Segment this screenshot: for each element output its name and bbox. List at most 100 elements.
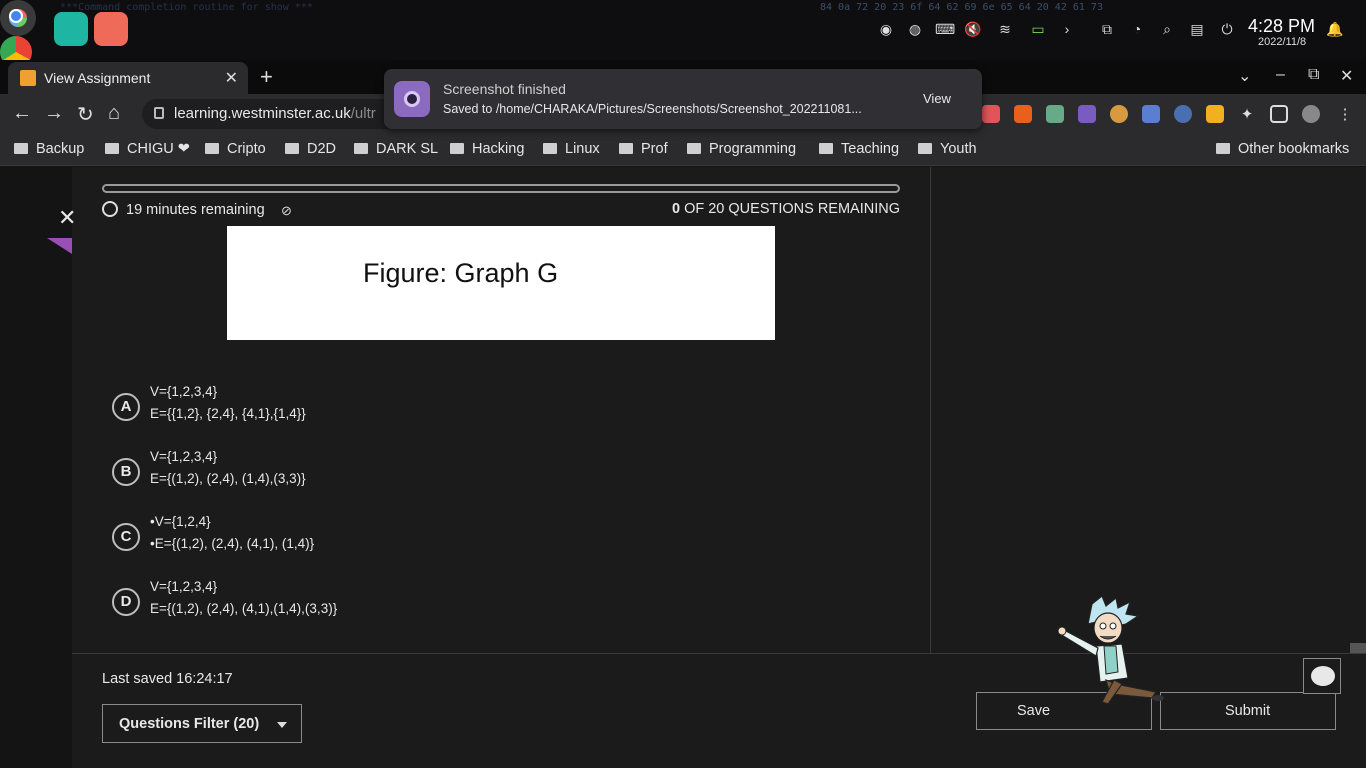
- tray-app-icon[interactable]: ◉: [877, 20, 895, 38]
- bookmark-folder[interactable]: Programming: [687, 141, 796, 157]
- hide-timer-icon[interactable]: ⊘: [281, 203, 292, 219]
- filter-label: Questions Filter (20): [119, 716, 260, 732]
- extensions-puzzle-icon[interactable]: ✦: [1238, 105, 1256, 123]
- chevron-down-icon: [277, 722, 287, 728]
- figure-caption: Figure: Graph G: [363, 258, 559, 288]
- bookmark-folder[interactable]: Cripto: [205, 141, 266, 157]
- new-tab-button[interactable]: +: [260, 64, 273, 90]
- screenshot-notification[interactable]: Screenshot finished Saved to /home/CHARA…: [384, 69, 982, 129]
- folder-icon: [205, 143, 219, 154]
- option-letter[interactable]: A: [112, 393, 140, 421]
- bookmark-folder[interactable]: DARK SL: [354, 141, 438, 157]
- extension-icon[interactable]: [1014, 105, 1032, 123]
- keyboard-icon[interactable]: ⌨: [935, 20, 955, 38]
- extension-icon[interactable]: [1110, 105, 1128, 123]
- close-assignment-icon[interactable]: ✕: [58, 205, 76, 231]
- questions-filter-dropdown[interactable]: Questions Filter (20): [102, 704, 302, 743]
- extension-icon[interactable]: [1046, 105, 1064, 123]
- notification-bell-icon[interactable]: 🔔: [1326, 20, 1344, 38]
- window-close-icon[interactable]: ✕: [1340, 66, 1353, 86]
- side-panel-icon[interactable]: [1270, 105, 1288, 123]
- bookmark-folder[interactable]: Prof: [619, 141, 668, 157]
- option-line: E={{1,2}, {2,4}, {4,1},{1,4}}: [150, 406, 306, 421]
- extension-icon[interactable]: [1174, 105, 1192, 123]
- view-button[interactable]: View: [923, 91, 951, 106]
- option-letter[interactable]: C: [112, 523, 140, 551]
- power-icon[interactable]: ⏻: [1218, 20, 1236, 38]
- home-icon[interactable]: ⌂: [108, 102, 120, 125]
- option-letter[interactable]: B: [112, 458, 140, 486]
- close-tab-icon[interactable]: ✕: [225, 68, 238, 88]
- bookmark-folder[interactable]: Youth: [918, 141, 977, 157]
- folder-icon: [354, 143, 368, 154]
- cartoon-sticker: [1057, 595, 1164, 705]
- option-line: •E={(1,2), (2,4), (4,1), (1,4)}: [150, 536, 315, 551]
- answer-option-b[interactable]: B V={1,2,3,4} E={(1,2), (2,4), (1,4),(3,…: [112, 449, 412, 495]
- keyboard-layout-icon[interactable]: ▤: [1188, 20, 1206, 38]
- search-icon[interactable]: ⌕: [1158, 20, 1176, 38]
- tab-title: View Assignment: [44, 70, 151, 86]
- folder-icon: [819, 143, 833, 154]
- terminal-noise-right: 84 0a 72 20 23 6f 64 62 69 6e 65 64 20 4…: [820, 2, 1103, 13]
- clock[interactable]: 4:28 PM: [1248, 16, 1315, 37]
- activity-icon[interactable]: ◔: [1128, 20, 1146, 38]
- scrollbar[interactable]: [1350, 643, 1366, 653]
- option-line: E={(1,2), (2,4), (1,4),(3,3)}: [150, 471, 306, 486]
- chrome-tray-icon[interactable]: ◍: [906, 20, 924, 38]
- other-bookmarks[interactable]: Other bookmarks: [1216, 141, 1349, 157]
- chevron-right-icon[interactable]: ›: [1058, 20, 1076, 38]
- wifi-icon[interactable]: ≋: [996, 20, 1014, 38]
- dock-app-icon[interactable]: [94, 12, 128, 46]
- bookmark-folder[interactable]: Hacking: [450, 141, 524, 157]
- bookmark-folder[interactable]: Backup: [14, 141, 84, 157]
- forward-icon[interactable]: →: [44, 102, 64, 125]
- question-figure: Figure: Graph G: [227, 226, 775, 340]
- bookmark-folder[interactable]: Teaching: [819, 141, 899, 157]
- last-saved: Last saved 16:24:17: [102, 671, 233, 687]
- menu-icon[interactable]: ⋮: [1336, 105, 1354, 123]
- answer-option-d[interactable]: D V={1,2,3,4} E={(1,2), (2,4), (4,1),(1,…: [112, 579, 412, 625]
- timer-icon: [102, 201, 118, 217]
- url-host: learning.westminster.ac.uk: [174, 105, 351, 122]
- chat-button[interactable]: [1303, 658, 1341, 694]
- reload-icon[interactable]: ↻: [77, 102, 94, 127]
- folder-icon: [450, 143, 464, 154]
- bookmark-folder[interactable]: D2D: [285, 141, 336, 157]
- extension-icon[interactable]: [1206, 105, 1224, 123]
- right-panel: [930, 167, 1366, 653]
- extension-icon[interactable]: [1142, 105, 1160, 123]
- answer-option-a[interactable]: A V={1,2,3,4} E={{1,2}, {2,4}, {4,1},{1,…: [112, 384, 412, 430]
- mute-icon[interactable]: 🔇: [964, 20, 982, 38]
- lock-icon[interactable]: [154, 107, 164, 119]
- battery-icon[interactable]: ▭: [1027, 20, 1049, 38]
- terminal-noise-left: ***Command completion routine for show *…: [60, 2, 313, 13]
- browser-tab[interactable]: View Assignment ✕: [8, 62, 248, 94]
- camera-icon: [394, 81, 430, 117]
- minimize-icon[interactable]: –: [1276, 66, 1285, 84]
- bookmark-folder[interactable]: Linux: [543, 141, 600, 157]
- folder-icon: [1216, 143, 1230, 154]
- submit-button[interactable]: Submit: [1160, 692, 1336, 730]
- back-icon[interactable]: ←: [12, 102, 32, 125]
- profile-avatar[interactable]: [1302, 105, 1320, 123]
- option-line: V={1,2,3,4}: [150, 384, 218, 399]
- extension-icon[interactable]: [1078, 105, 1096, 123]
- dock-app-icon[interactable]: [54, 12, 88, 46]
- tab-search-icon[interactable]: ⌄: [1238, 66, 1251, 86]
- folder-icon: [285, 143, 299, 154]
- date: 2022/11/8: [1258, 36, 1307, 48]
- extension-icon[interactable]: [982, 105, 1000, 123]
- answer-option-c[interactable]: C •V={1,2,4} •E={(1,2), (2,4), (4,1), (1…: [112, 514, 412, 560]
- folder-icon: [687, 143, 701, 154]
- screenshot-icon[interactable]: ⧉: [1098, 20, 1116, 38]
- folder-icon: [105, 143, 119, 154]
- option-line: V={1,2,3,4}: [150, 579, 218, 594]
- chat-bubble-icon: [1311, 666, 1335, 686]
- url-path: /ultr: [350, 105, 376, 122]
- folder-icon: [14, 143, 28, 154]
- option-letter[interactable]: D: [112, 588, 140, 616]
- restore-icon[interactable]: ⧉: [1308, 66, 1319, 84]
- bookmark-folder[interactable]: CHIGU ❤: [105, 141, 190, 157]
- option-line: E={(1,2), (2,4), (4,1),(1,4),(3,3)}: [150, 601, 338, 616]
- folder-icon: [619, 143, 633, 154]
